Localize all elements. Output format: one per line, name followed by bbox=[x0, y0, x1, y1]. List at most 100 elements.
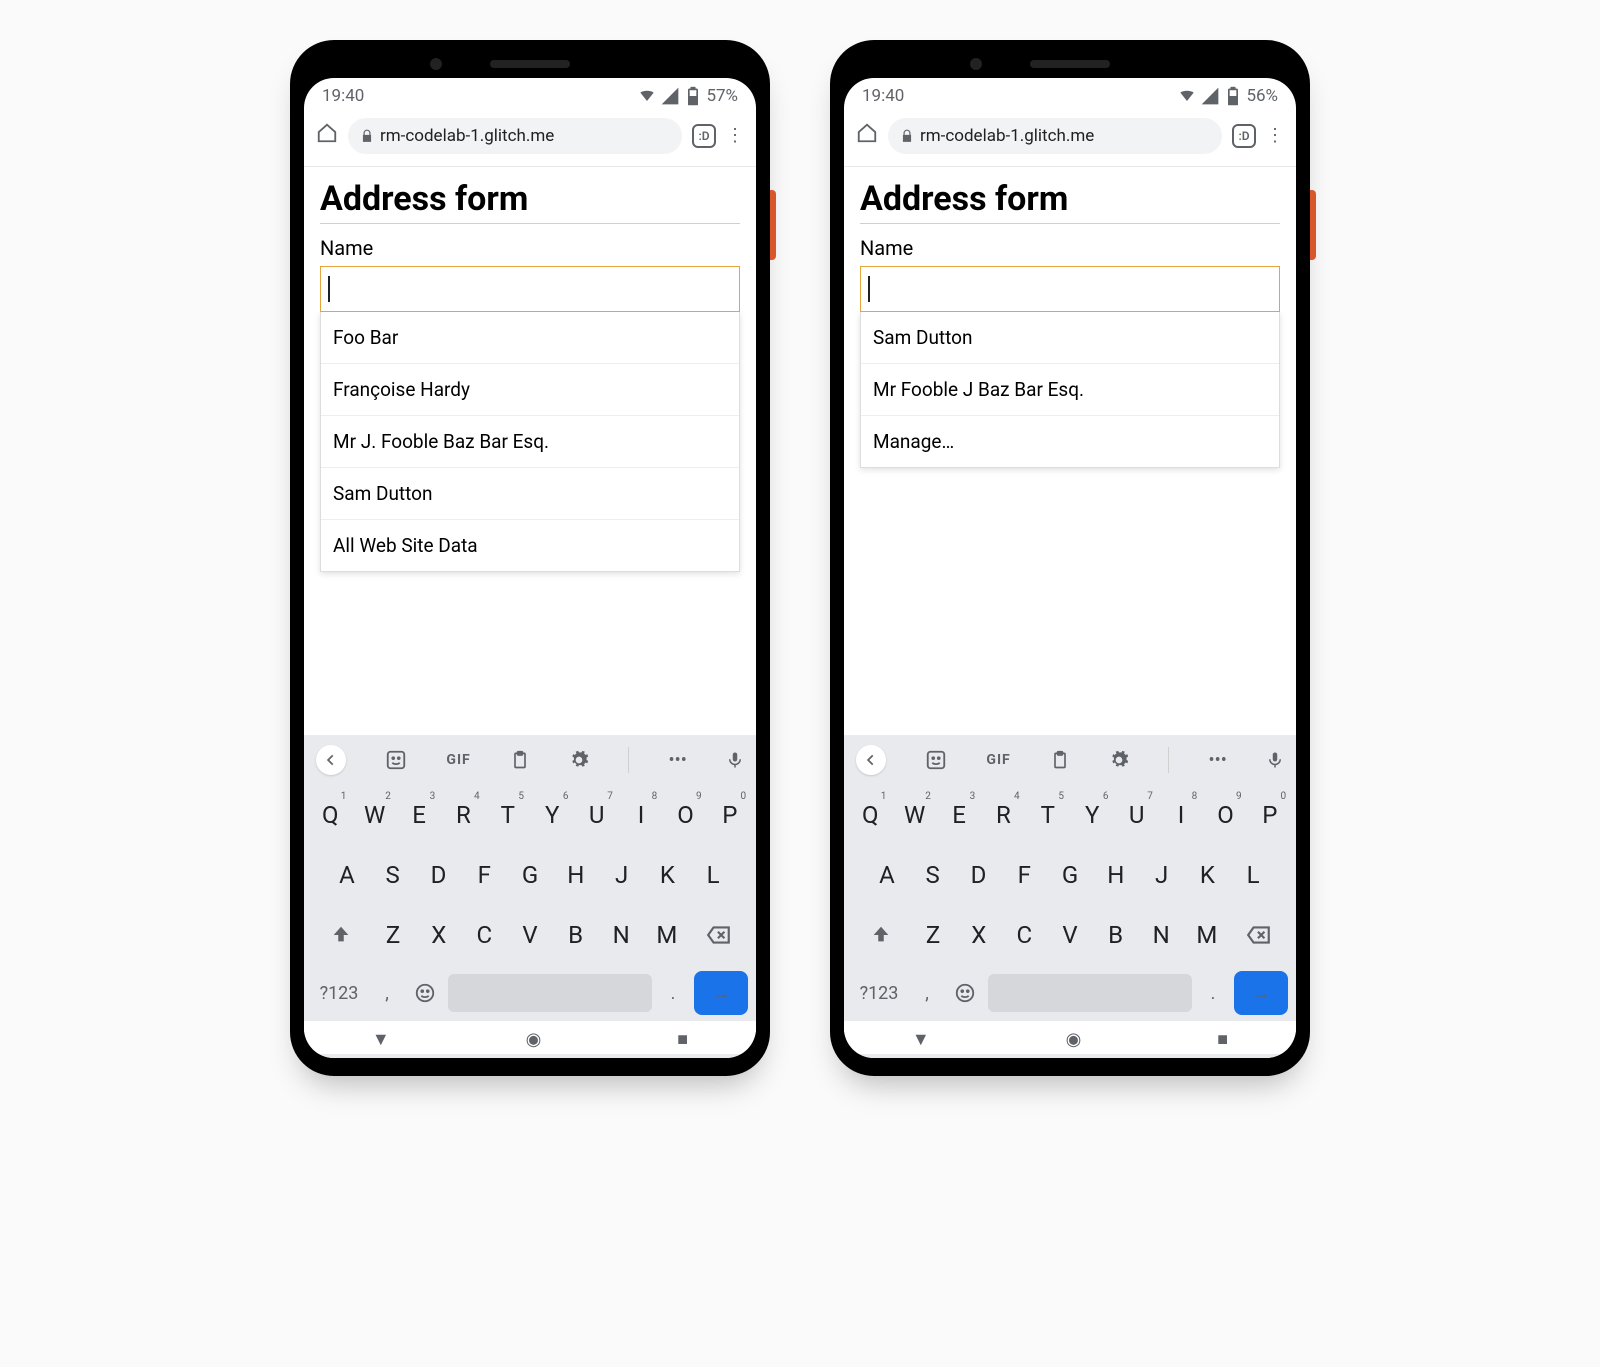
name-input[interactable] bbox=[320, 266, 740, 312]
key-j[interactable]: J bbox=[599, 849, 645, 901]
key-b[interactable]: B bbox=[1093, 909, 1139, 961]
key-g[interactable]: G bbox=[1047, 849, 1093, 901]
key-e[interactable]: E3 bbox=[397, 789, 441, 841]
key-k[interactable]: K bbox=[644, 849, 690, 901]
key-y[interactable]: Y6 bbox=[1070, 789, 1114, 841]
nav-back-icon[interactable]: ▼ bbox=[372, 1029, 390, 1050]
shift-key[interactable] bbox=[852, 909, 910, 961]
tabs-button[interactable]: :D bbox=[692, 124, 716, 148]
keyboard-back-icon[interactable] bbox=[856, 745, 886, 775]
key-n[interactable]: N bbox=[1138, 909, 1184, 961]
more-icon[interactable]: ••• bbox=[669, 750, 687, 771]
key-x[interactable]: X bbox=[416, 909, 462, 961]
emoji-key[interactable] bbox=[948, 971, 982, 1015]
key-y[interactable]: Y6 bbox=[530, 789, 574, 841]
key-d[interactable]: D bbox=[956, 849, 1002, 901]
key-l[interactable]: L bbox=[1230, 849, 1276, 901]
key-k[interactable]: K bbox=[1184, 849, 1230, 901]
clipboard-icon[interactable] bbox=[1050, 750, 1070, 770]
settings-icon[interactable] bbox=[569, 750, 589, 770]
autofill-suggestion[interactable]: Foo Bar bbox=[321, 312, 739, 364]
home-icon[interactable] bbox=[856, 122, 878, 150]
key-i[interactable]: I8 bbox=[1159, 789, 1203, 841]
key-z[interactable]: Z bbox=[370, 909, 416, 961]
key-m[interactable]: M bbox=[644, 909, 690, 961]
overflow-menu-icon[interactable]: ⋮ bbox=[1266, 127, 1284, 145]
key-w[interactable]: W2 bbox=[892, 789, 936, 841]
key-r[interactable]: R4 bbox=[981, 789, 1025, 841]
key-r[interactable]: R4 bbox=[441, 789, 485, 841]
key-b[interactable]: B bbox=[553, 909, 599, 961]
key-v[interactable]: V bbox=[507, 909, 553, 961]
key-w[interactable]: W2 bbox=[352, 789, 396, 841]
tabs-button[interactable]: :D bbox=[1232, 124, 1256, 148]
sticker-icon[interactable] bbox=[385, 749, 407, 771]
url-bar[interactable]: rm-codelab-1.glitch.me bbox=[348, 118, 682, 154]
key-j[interactable]: J bbox=[1139, 849, 1185, 901]
key-s[interactable]: S bbox=[370, 849, 416, 901]
spacebar-key[interactable] bbox=[448, 974, 652, 1012]
key-u[interactable]: U7 bbox=[574, 789, 618, 841]
nav-home-icon[interactable]: ◉ bbox=[526, 1029, 542, 1050]
enter-key[interactable]: → bbox=[694, 971, 748, 1015]
key-i[interactable]: I8 bbox=[619, 789, 663, 841]
numbers-key[interactable]: ?123 bbox=[312, 971, 366, 1015]
key-t[interactable]: T5 bbox=[486, 789, 530, 841]
gif-button[interactable]: GIF bbox=[986, 752, 1010, 768]
autofill-suggestion[interactable]: Sam Dutton bbox=[321, 468, 739, 520]
key-o[interactable]: O9 bbox=[663, 789, 707, 841]
period-key[interactable]: . bbox=[1198, 971, 1228, 1015]
key-e[interactable]: E3 bbox=[937, 789, 981, 841]
settings-icon[interactable] bbox=[1109, 750, 1129, 770]
key-v[interactable]: V bbox=[1047, 909, 1093, 961]
key-s[interactable]: S bbox=[910, 849, 956, 901]
overflow-menu-icon[interactable]: ⋮ bbox=[726, 127, 744, 145]
key-h[interactable]: H bbox=[1093, 849, 1139, 901]
keyboard-back-icon[interactable] bbox=[316, 745, 346, 775]
numbers-key[interactable]: ?123 bbox=[852, 971, 906, 1015]
comma-key[interactable]: , bbox=[372, 971, 402, 1015]
autofill-suggestion[interactable]: Mr J. Fooble Baz Bar Esq. bbox=[321, 416, 739, 468]
name-input[interactable] bbox=[860, 266, 1280, 312]
spacebar-key[interactable] bbox=[988, 974, 1192, 1012]
key-a[interactable]: A bbox=[324, 849, 370, 901]
key-n[interactable]: N bbox=[598, 909, 644, 961]
key-m[interactable]: M bbox=[1184, 909, 1230, 961]
clipboard-icon[interactable] bbox=[510, 750, 530, 770]
key-c[interactable]: C bbox=[1002, 909, 1048, 961]
nav-home-icon[interactable]: ◉ bbox=[1066, 1029, 1082, 1050]
nav-recent-icon[interactable]: ■ bbox=[1217, 1029, 1228, 1050]
key-l[interactable]: L bbox=[690, 849, 736, 901]
mic-icon[interactable] bbox=[726, 751, 744, 769]
comma-key[interactable]: , bbox=[912, 971, 942, 1015]
key-h[interactable]: H bbox=[553, 849, 599, 901]
more-icon[interactable]: ••• bbox=[1209, 750, 1227, 771]
autofill-suggestion[interactable]: Françoise Hardy bbox=[321, 364, 739, 416]
key-a[interactable]: A bbox=[864, 849, 910, 901]
autofill-suggestion[interactable]: Sam Dutton bbox=[861, 312, 1279, 364]
key-q[interactable]: Q1 bbox=[848, 789, 892, 841]
nav-back-icon[interactable]: ▼ bbox=[912, 1029, 930, 1050]
sticker-icon[interactable] bbox=[925, 749, 947, 771]
url-bar[interactable]: rm-codelab-1.glitch.me bbox=[888, 118, 1222, 154]
autofill-suggestion[interactable]: All Web Site Data bbox=[321, 520, 739, 571]
shift-key[interactable] bbox=[312, 909, 370, 961]
key-o[interactable]: O9 bbox=[1203, 789, 1247, 841]
key-f[interactable]: F bbox=[461, 849, 507, 901]
key-t[interactable]: T5 bbox=[1026, 789, 1070, 841]
key-p[interactable]: P0 bbox=[1248, 789, 1292, 841]
nav-recent-icon[interactable]: ■ bbox=[677, 1029, 688, 1050]
key-c[interactable]: C bbox=[462, 909, 508, 961]
backspace-key[interactable] bbox=[690, 909, 748, 961]
key-d[interactable]: D bbox=[416, 849, 462, 901]
key-p[interactable]: P0 bbox=[708, 789, 752, 841]
key-f[interactable]: F bbox=[1001, 849, 1047, 901]
mic-icon[interactable] bbox=[1266, 751, 1284, 769]
backspace-key[interactable] bbox=[1230, 909, 1288, 961]
emoji-key[interactable] bbox=[408, 971, 442, 1015]
period-key[interactable]: . bbox=[658, 971, 688, 1015]
home-icon[interactable] bbox=[316, 122, 338, 150]
key-z[interactable]: Z bbox=[910, 909, 956, 961]
key-u[interactable]: U7 bbox=[1114, 789, 1158, 841]
key-g[interactable]: G bbox=[507, 849, 553, 901]
